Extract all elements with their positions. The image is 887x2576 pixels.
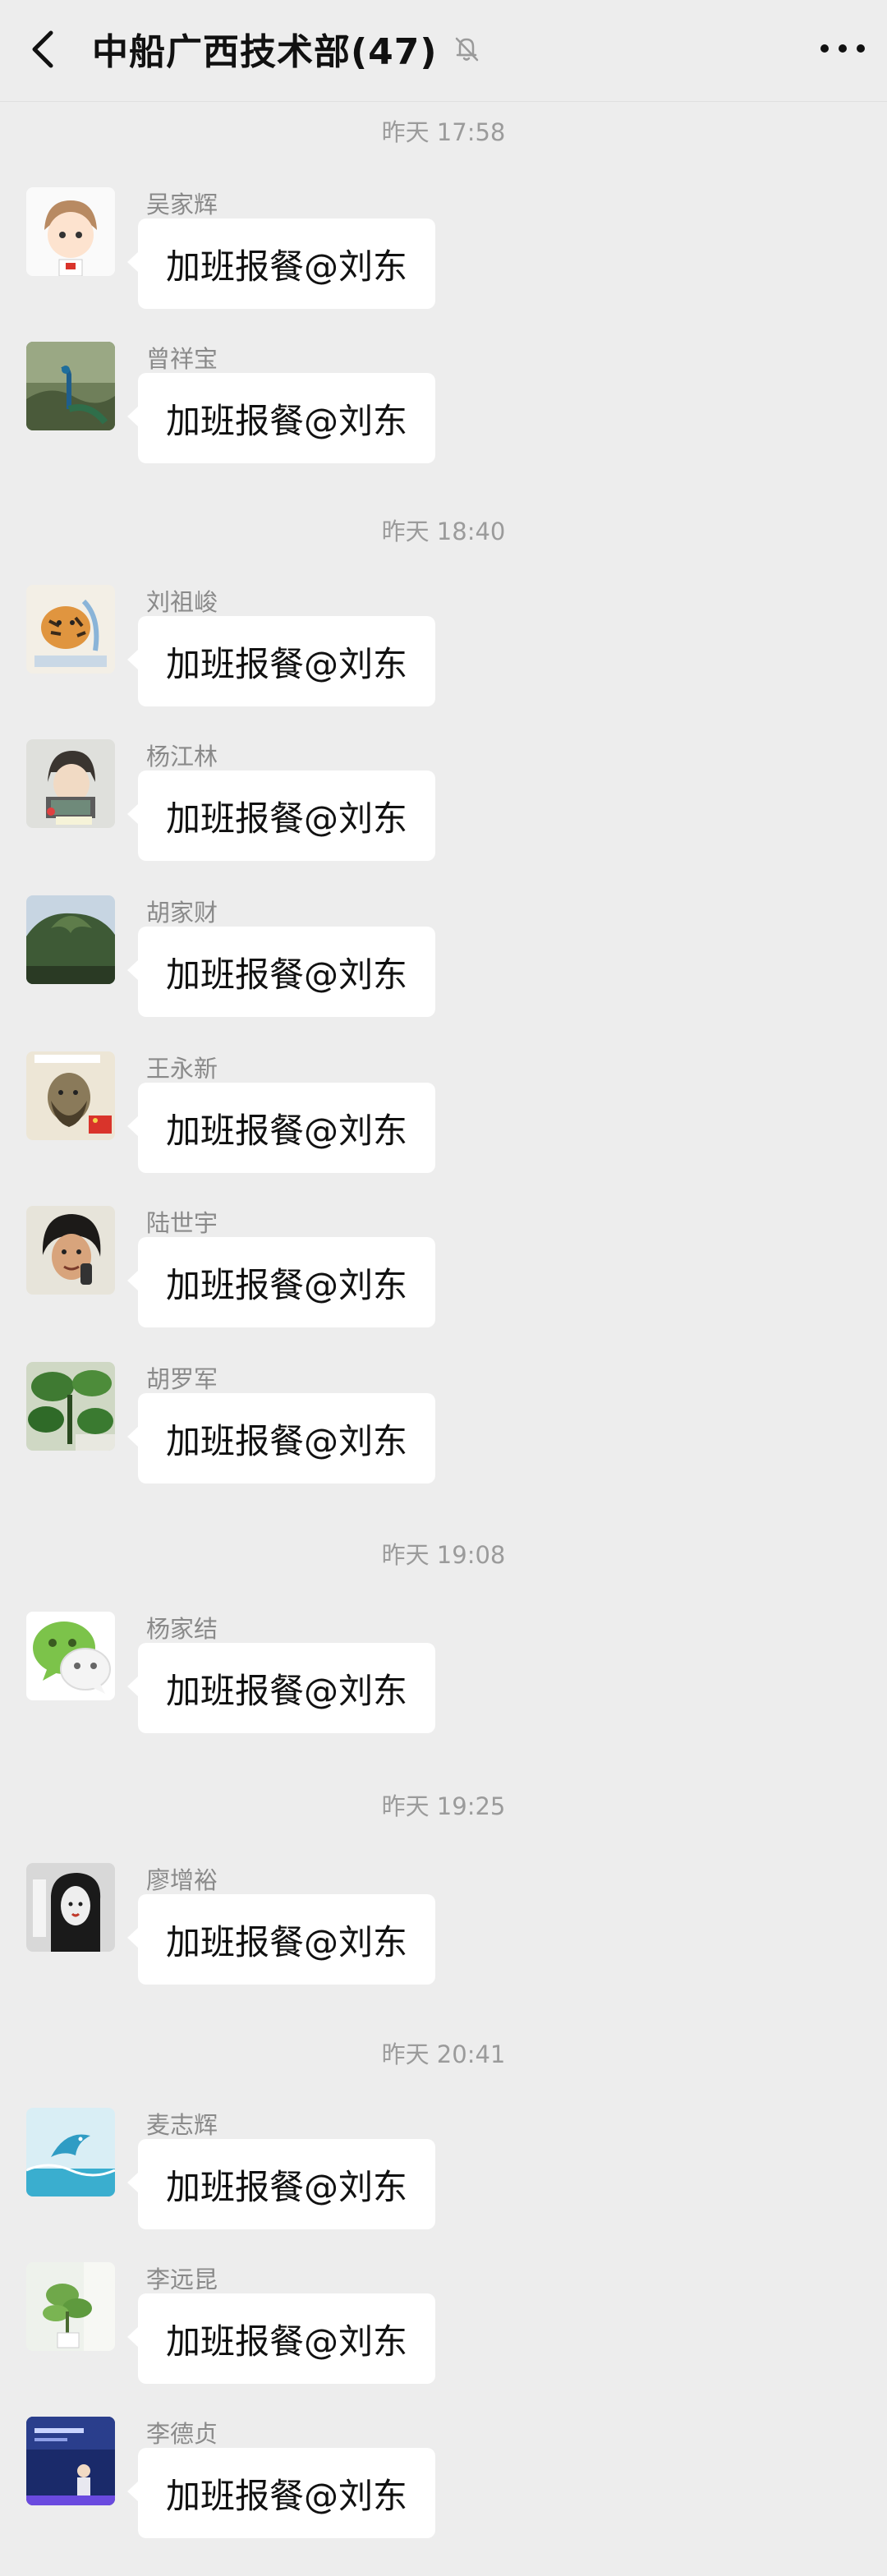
- message-bubble[interactable]: 加班报餐@刘东: [126, 1393, 436, 1484]
- avatar[interactable]: [26, 2417, 115, 2505]
- message-bubble[interactable]: 加班报餐@刘东: [126, 1894, 436, 1985]
- avatar[interactable]: [26, 2108, 115, 2196]
- back-button[interactable]: [25, 25, 64, 74]
- chat-header: 中船广西技术部(47): [0, 0, 887, 102]
- avatar[interactable]: [26, 1863, 115, 1952]
- message-row: 陆世宇 加班报餐@刘东: [26, 1206, 848, 1354]
- avatar[interactable]: [26, 1612, 115, 1700]
- message-bubble[interactable]: 加班报餐@刘东: [126, 218, 436, 309]
- message-row: 刘祖峻 加班报餐@刘东: [26, 585, 848, 733]
- message-bubble[interactable]: 加班报餐@刘东: [126, 616, 436, 706]
- message-bubble[interactable]: 加班报餐@刘东: [126, 2139, 436, 2229]
- avatar[interactable]: [26, 895, 115, 984]
- message-bubble[interactable]: 加班报餐@刘东: [126, 2448, 436, 2538]
- avatar[interactable]: [26, 187, 115, 276]
- avatar[interactable]: [26, 342, 115, 430]
- message-bubble[interactable]: 加班报餐@刘东: [126, 927, 436, 1017]
- avatar[interactable]: [26, 1051, 115, 1140]
- more-button[interactable]: [818, 28, 867, 69]
- message-bubble[interactable]: 加班报餐@刘东: [126, 770, 436, 861]
- message-row: 王永新 加班报餐@刘东: [26, 1051, 848, 1199]
- avatar[interactable]: [26, 585, 115, 674]
- bell-muted-icon: [456, 37, 479, 62]
- message-row: 曾祥宝 加班报餐@刘东: [26, 342, 848, 490]
- avatar[interactable]: [26, 1206, 115, 1295]
- message-row: 胡罗军 加班报餐@刘东: [26, 1362, 848, 1510]
- avatar[interactable]: [26, 2262, 115, 2351]
- message-bubble[interactable]: 加班报餐@刘东: [126, 1083, 436, 1173]
- timestamp: 昨天 17:58: [381, 118, 506, 146]
- sender-name: 李德贞: [146, 2420, 218, 2448]
- avatar[interactable]: [26, 1362, 115, 1451]
- sender-name: 曾祥宝: [146, 345, 218, 373]
- timestamp: 昨天 20:41: [381, 2040, 506, 2068]
- sender-name: 廖增裕: [146, 1866, 218, 1894]
- sender-name: 吴家辉: [146, 191, 218, 218]
- message-row: 廖增裕 加班报餐@刘东: [26, 1863, 848, 2011]
- message-bubble[interactable]: 加班报餐@刘东: [126, 1643, 436, 1733]
- message-row: 李德贞 加班报餐@刘东: [26, 2417, 848, 2564]
- message-row: 杨家结 加班报餐@刘东: [26, 1612, 848, 1760]
- sender-name: 王永新: [146, 1055, 218, 1083]
- sender-name: 杨江林: [146, 743, 218, 770]
- sender-name: 刘祖峻: [146, 588, 218, 616]
- chat-title: 中船广西技术部(47): [92, 31, 438, 73]
- timestamp: 昨天 18:40: [381, 518, 506, 545]
- more-dots-icon: [820, 44, 865, 53]
- chevron-left-icon: [32, 30, 53, 68]
- sender-name: 杨家结: [146, 1615, 218, 1643]
- sender-name: 陆世宇: [146, 1209, 218, 1237]
- message-row: 胡家财 加班报餐@刘东: [26, 895, 848, 1043]
- timestamp: 昨天 19:25: [381, 1792, 506, 1820]
- sender-name: 胡家财: [146, 899, 218, 927]
- timestamp: 昨天 19:08: [381, 1541, 506, 1569]
- message-bubble[interactable]: 加班报餐@刘东: [126, 2293, 436, 2384]
- message-row: 麦志辉 加班报餐@刘东: [26, 2108, 848, 2256]
- message-row: 李远昆 加班报餐@刘东: [26, 2262, 848, 2410]
- message-bubble[interactable]: 加班报餐@刘东: [126, 373, 436, 463]
- message-bubble[interactable]: 加班报餐@刘东: [126, 1237, 436, 1327]
- title-area: 中船广西技术部(47): [92, 20, 483, 77]
- sender-name: 李远昆: [146, 2266, 218, 2293]
- avatar[interactable]: [26, 739, 115, 828]
- message-row: 吴家辉 加班报餐@刘东: [26, 187, 848, 335]
- sender-name: 胡罗军: [146, 1365, 218, 1393]
- message-row: 杨江林 加班报餐@刘东: [26, 739, 848, 887]
- sender-name: 麦志辉: [146, 2111, 218, 2139]
